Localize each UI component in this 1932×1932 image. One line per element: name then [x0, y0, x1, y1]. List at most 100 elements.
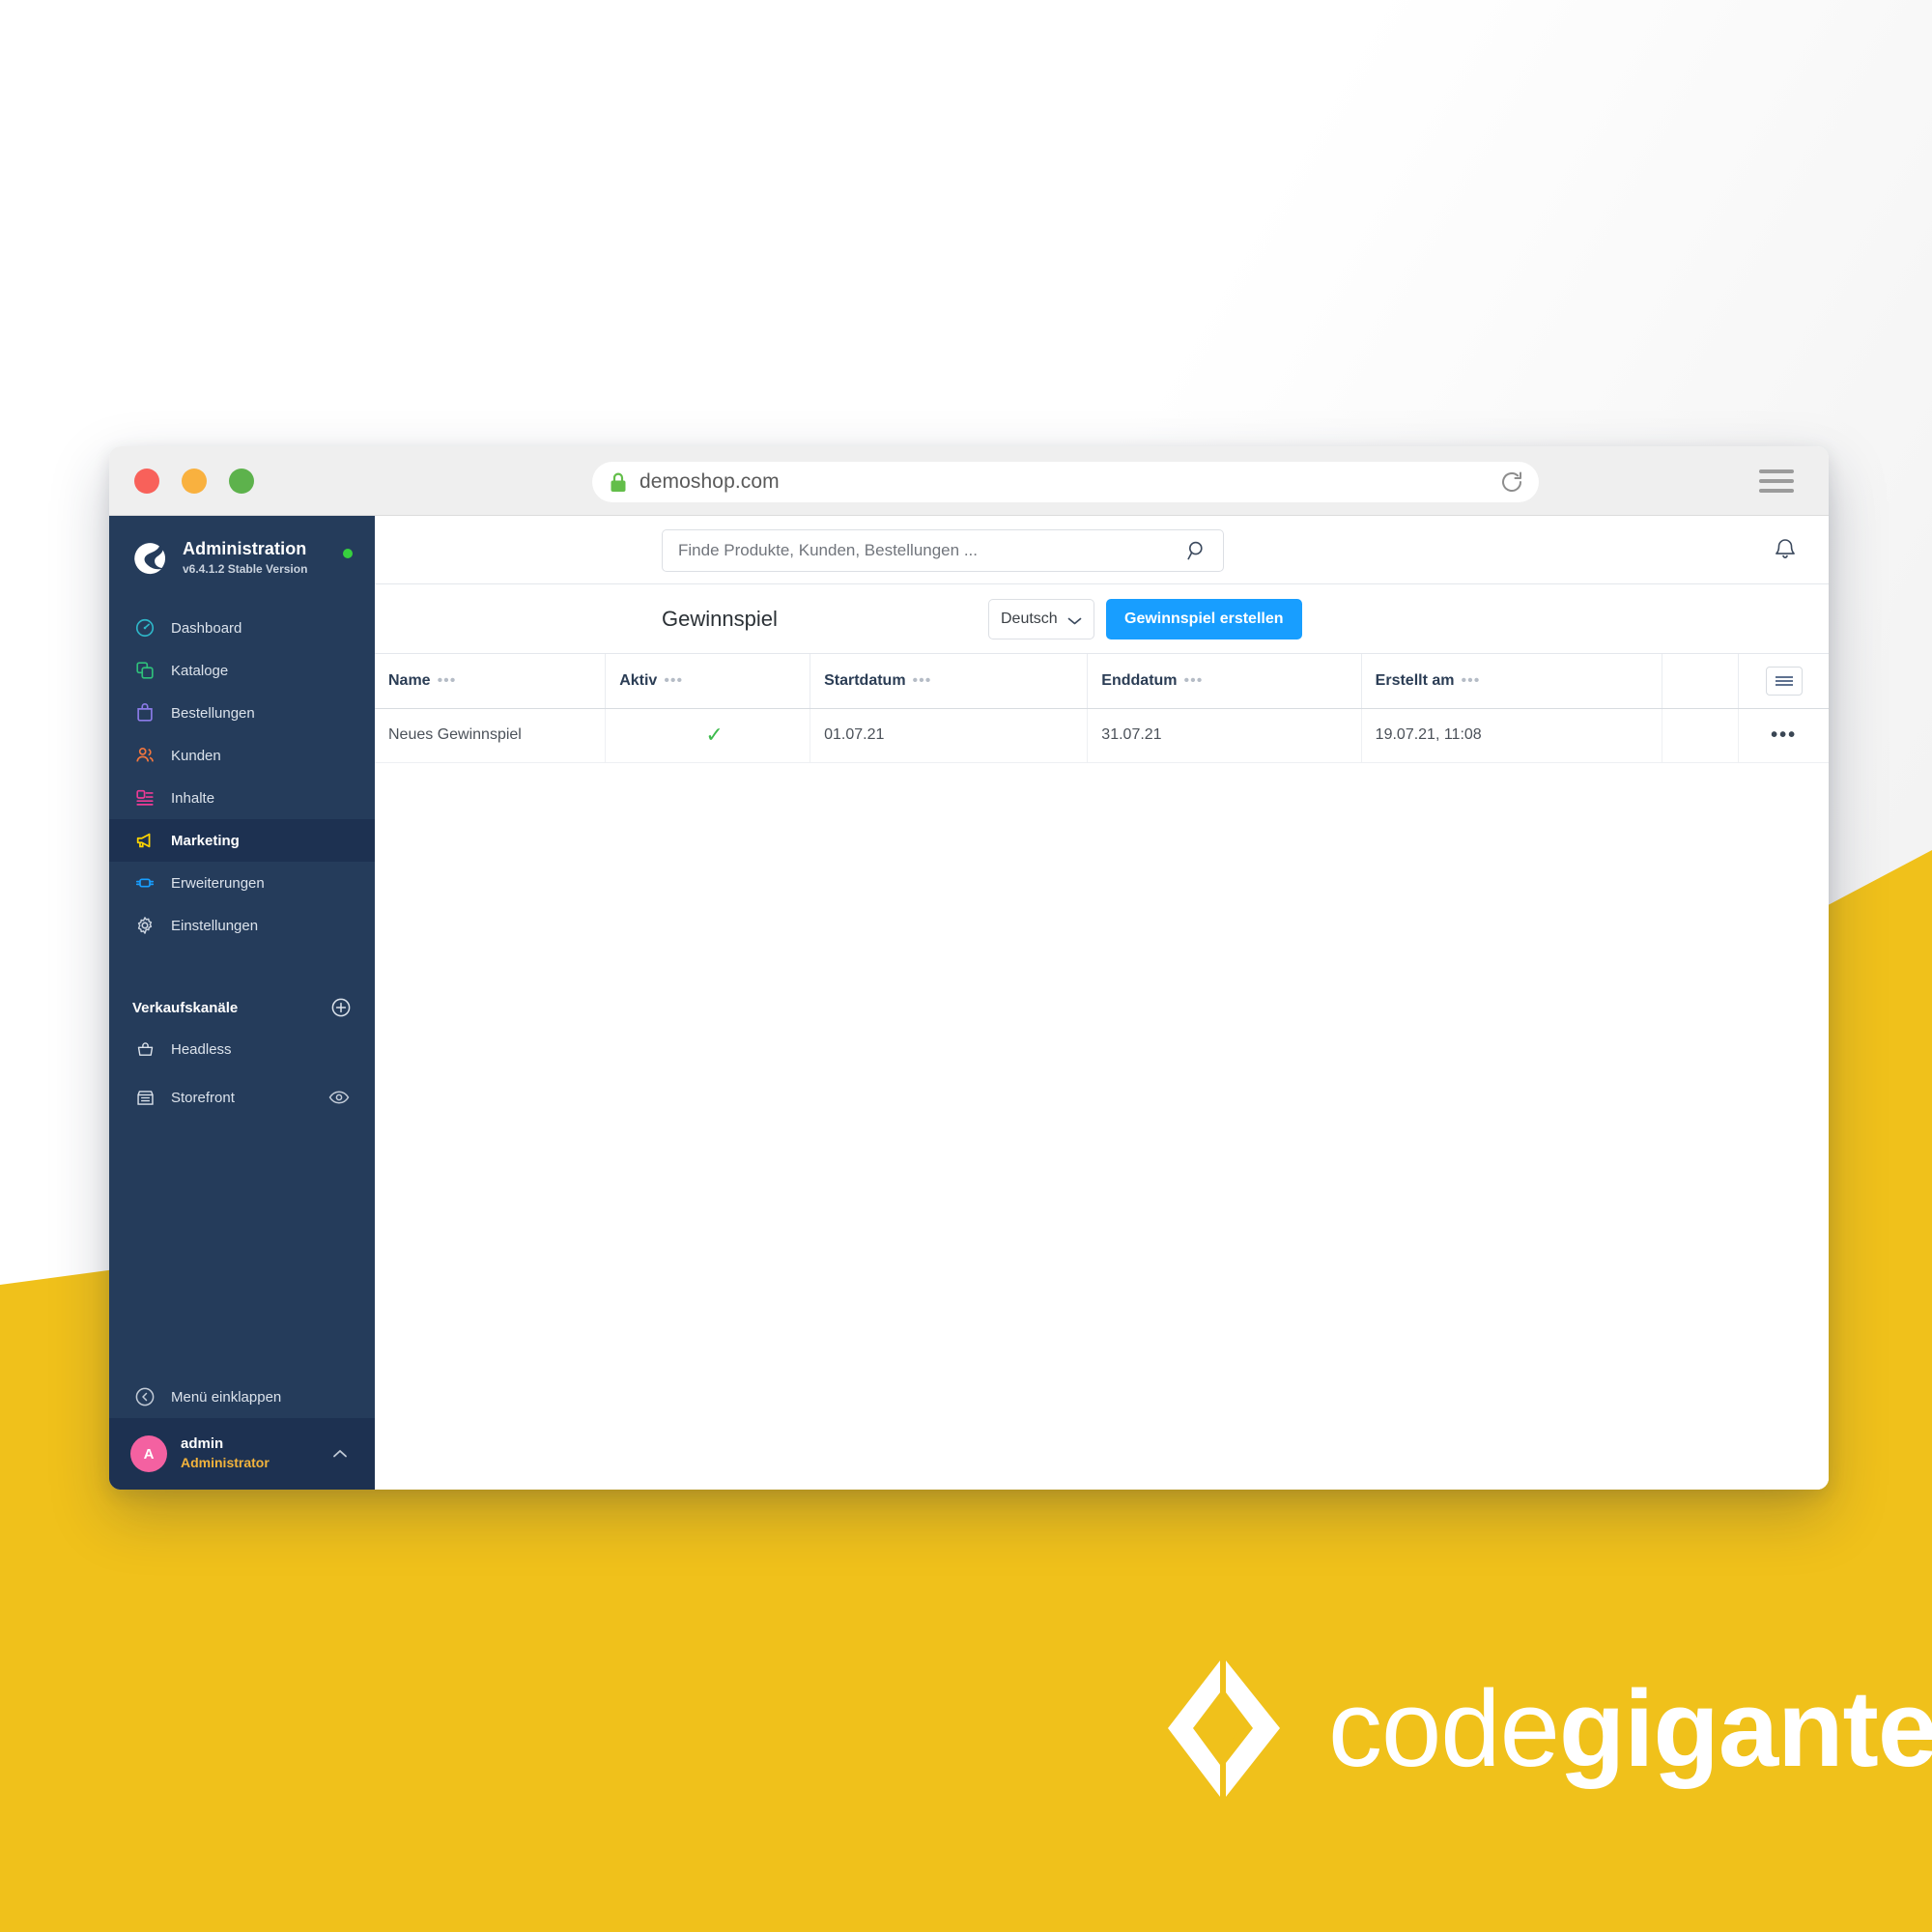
marketing-megaphone-icon	[132, 828, 157, 853]
browser-window: demoshop.com Administration v6.4.1.2 Sta…	[109, 446, 1829, 1490]
address-bar[interactable]: demoshop.com	[592, 462, 1539, 502]
search-icon[interactable]	[1186, 540, 1208, 561]
dashboard-gauge-icon	[132, 615, 157, 640]
sidebar-item-einstellungen[interactable]: Einstellungen	[109, 904, 375, 947]
sidebar-item-label: Kunden	[171, 747, 221, 764]
column-menu-icon[interactable]: •••	[1184, 672, 1204, 689]
column-menu-icon[interactable]: •••	[664, 672, 683, 689]
orders-bag-icon	[132, 700, 157, 725]
browser-titlebar: demoshop.com	[109, 446, 1829, 516]
customers-people-icon	[132, 743, 157, 768]
window-traffic-lights	[134, 468, 254, 494]
sales-channels-header: Verkaufskanäle	[109, 993, 375, 1022]
sidebar-item-label: Marketing	[171, 832, 240, 849]
user-name: admin	[181, 1435, 224, 1452]
chevron-up-icon[interactable]	[330, 1447, 350, 1461]
headless-basket-icon	[132, 1037, 157, 1062]
collapse-menu-label: Menü einklappen	[171, 1388, 282, 1406]
language-select[interactable]: Deutsch	[988, 598, 1094, 639]
status-indicator-dot	[343, 549, 353, 558]
cell-name: Neues Gewinnspiel	[375, 708, 607, 763]
row-actions[interactable]: •••	[1738, 708, 1829, 763]
sales-channels-title: Verkaufskanäle	[132, 999, 239, 1016]
column-header-enddatum[interactable]: Enddatum •••	[1087, 654, 1362, 709]
row-menu-icon[interactable]: •••	[1771, 724, 1797, 746]
sidebar-item-label: Bestellungen	[171, 704, 255, 722]
eye-icon[interactable]	[328, 1090, 350, 1105]
settings-gear-icon	[132, 913, 157, 938]
bell-icon[interactable]	[1773, 536, 1798, 563]
sidebar-brand-title: Administration	[183, 539, 307, 559]
user-bar[interactable]: A admin Administrator	[109, 1418, 375, 1490]
sidebar-item-label: Kataloge	[171, 662, 229, 679]
sidebar-item-kunden[interactable]: Kunden	[109, 734, 375, 777]
language-select-value: Deutsch	[1001, 610, 1058, 627]
sidebar-item-bestellungen[interactable]: Bestellungen	[109, 692, 375, 734]
hamburger-menu-icon[interactable]	[1759, 469, 1794, 493]
sidebar-item-headless[interactable]: Headless	[109, 1028, 375, 1070]
sidebar-brand-version: v6.4.1.2 Stable Version	[183, 561, 308, 576]
column-header-startdatum[interactable]: Startdatum •••	[810, 654, 1089, 709]
sidebar-item-label: Einstellungen	[171, 917, 259, 934]
column-header-label: Aktiv	[619, 671, 658, 689]
collapse-menu-button[interactable]: Menü einklappen	[109, 1376, 375, 1418]
window-close-button[interactable]	[134, 468, 159, 494]
sidebar-item-inhalte[interactable]: Inhalte	[109, 777, 375, 819]
column-header-name[interactable]: Name •••	[375, 654, 607, 709]
window-maximize-button[interactable]	[229, 468, 254, 494]
content-layout-icon	[132, 785, 157, 810]
column-header-erstellt-am[interactable]: Erstellt am •••	[1361, 654, 1663, 709]
create-giveaway-label: Gewinnspiel erstellen	[1124, 610, 1284, 627]
sidebar-item-storefront[interactable]: Storefront	[109, 1076, 375, 1119]
column-header-label: Startdatum	[824, 671, 906, 689]
page-title: Gewinnspiel	[662, 606, 778, 631]
create-giveaway-button[interactable]: Gewinnspiel erstellen	[1106, 598, 1302, 639]
column-menu-icon[interactable]: •••	[438, 672, 457, 689]
sidebar-nav: Dashboard Kataloge Bestellungen Kunden I…	[109, 607, 375, 947]
column-settings-icon[interactable]	[1765, 666, 1803, 696]
brand-word-light: code	[1328, 1667, 1560, 1789]
chevron-left-circle-icon	[134, 1386, 156, 1407]
codegiganten-logo: codegiganten	[1145, 1659, 1932, 1799]
window-minimize-button[interactable]	[182, 468, 207, 494]
active-check-icon: ✓	[705, 723, 724, 747]
sidebar-brand-text: Administration v6.4.1.2 Stable Version	[183, 539, 307, 578]
sidebar-item-label: Dashboard	[171, 619, 242, 637]
sidebar-channel-label: Storefront	[171, 1089, 235, 1106]
table-header-row: Name ••• Aktiv ••• Startdatum ••• Enddatum •…	[375, 654, 1829, 709]
column-header-label: Enddatum	[1101, 671, 1178, 689]
reload-icon[interactable]	[1498, 469, 1525, 496]
column-header-settings	[1738, 654, 1829, 709]
main-content: Finde Produkte, Kunden, Bestellungen ...…	[375, 516, 1829, 1490]
user-info: admin Administrator	[181, 1435, 270, 1473]
sidebar-item-kataloge[interactable]: Kataloge	[109, 649, 375, 692]
catalog-copy-icon	[132, 658, 157, 683]
column-header-label: Erstellt am	[1375, 671, 1455, 689]
cell-aktiv: ✓	[605, 708, 811, 763]
shopware-logo-icon	[130, 539, 169, 578]
sidebar-channel-label: Headless	[171, 1040, 232, 1058]
sidebar-item-label: Inhalte	[171, 789, 215, 807]
user-role: Administrator	[181, 1455, 270, 1470]
cell-erstellt-am: 19.07.21, 11:08	[1361, 708, 1663, 763]
column-header-spacer	[1662, 654, 1740, 709]
app-shell: Administration v6.4.1.2 Stable Version D…	[109, 516, 1829, 1490]
column-menu-icon[interactable]: •••	[1461, 672, 1480, 689]
extensions-plug-icon	[132, 870, 157, 895]
lock-icon	[610, 472, 627, 493]
storefront-shop-icon	[132, 1085, 157, 1110]
chevron-down-icon	[1066, 613, 1083, 625]
table-row[interactable]: Neues Gewinnspiel ✓ 01.07.21 31.07.21 19…	[375, 708, 1829, 763]
sidebar-item-marketing[interactable]: Marketing	[109, 819, 375, 862]
search-placeholder: Finde Produkte, Kunden, Bestellungen ...	[678, 541, 978, 559]
plus-circle-icon[interactable]	[330, 997, 352, 1018]
search-input[interactable]: Finde Produkte, Kunden, Bestellungen ...	[662, 529, 1224, 572]
sidebar-item-dashboard[interactable]: Dashboard	[109, 607, 375, 649]
page-header: Gewinnspiel Deutsch Gewinnspiel erstelle…	[375, 584, 1829, 654]
column-menu-icon[interactable]: •••	[913, 672, 932, 689]
column-header-aktiv[interactable]: Aktiv •••	[605, 654, 811, 709]
cell-enddatum: 31.07.21	[1087, 708, 1362, 763]
codegiganten-diamond-icon	[1145, 1659, 1299, 1799]
sidebar-item-erweiterungen[interactable]: Erweiterungen	[109, 862, 375, 904]
address-bar-url: demoshop.com	[639, 470, 780, 493]
